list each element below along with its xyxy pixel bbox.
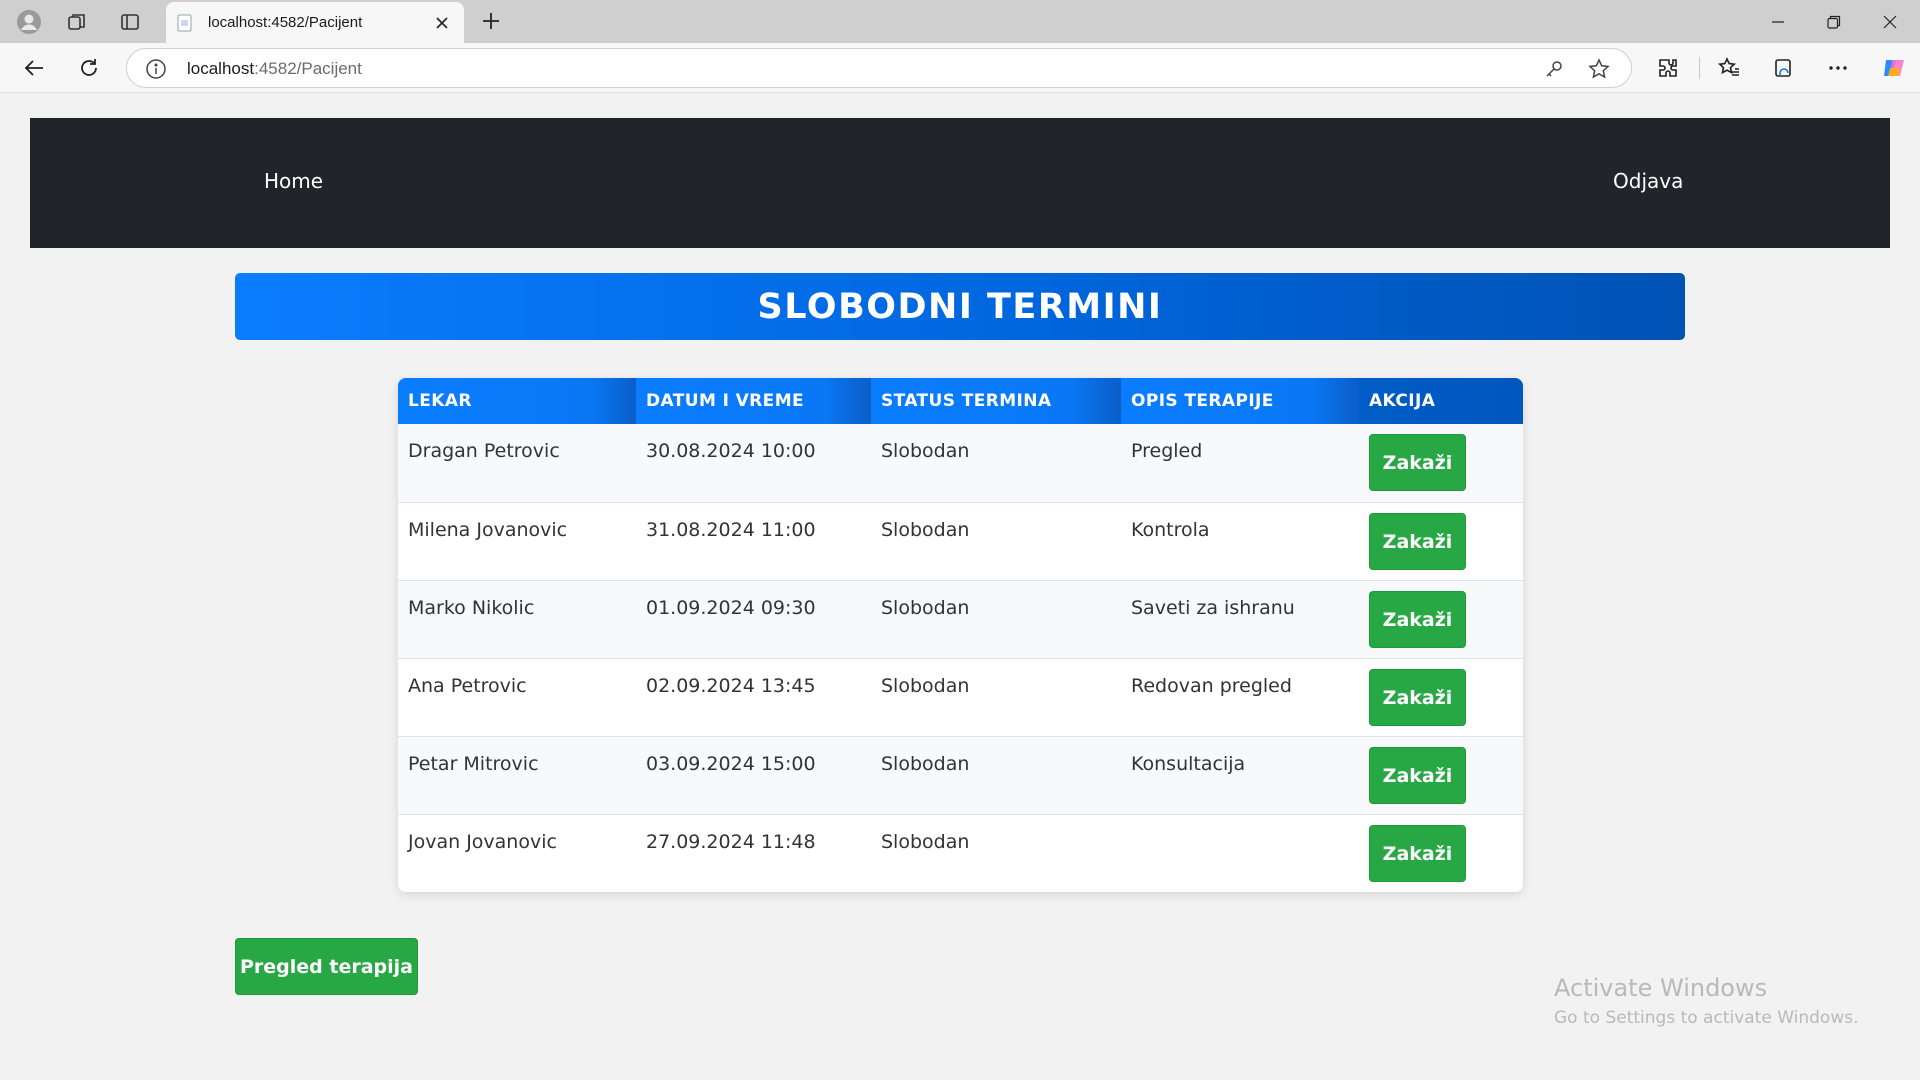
key-icon[interactable]: [1542, 57, 1566, 81]
collections-icon[interactable]: [1768, 52, 1800, 84]
action-cell: Zakaži: [1359, 502, 1523, 580]
table-row: Dragan Petrovic 30.08.2024 10:00 Sloboda…: [398, 424, 1523, 502]
datetime-cell: 31.08.2024 11:00: [646, 518, 816, 541]
new-tab-icon[interactable]: [476, 6, 506, 36]
appointments-table-card: LEKAR DATUM I VREME STATUS TERMINA OPIS …: [398, 378, 1523, 892]
status-cell: Slobodan: [881, 596, 970, 619]
close-tab-icon[interactable]: [430, 11, 454, 35]
close-window-icon[interactable]: [1862, 0, 1918, 43]
doctor-cell: Dragan Petrovic: [408, 440, 560, 462]
page-content: Home Odjava SLOBODNI TERMINI LEKAR DATUM…: [0, 94, 1920, 1080]
doctor-cell: Petar Mitrovic: [408, 752, 539, 775]
datetime-cell: 01.09.2024 09:30: [646, 596, 816, 619]
table-row: Jovan Jovanovic 27.09.2024 11:48 Sloboda…: [398, 814, 1523, 892]
datetime-cell: 02.09.2024 13:45: [646, 674, 816, 697]
table-header: LEKAR DATUM I VREME STATUS TERMINA OPIS …: [398, 378, 1523, 424]
profile-icon[interactable]: [14, 7, 44, 37]
address-bar[interactable]: localhost:4582/Pacijent: [126, 48, 1632, 88]
table-row: Ana Petrovic 02.09.2024 13:45 Slobodan R…: [398, 658, 1523, 736]
favorite-star-icon[interactable]: [1587, 57, 1611, 81]
status-cell: Slobodan: [881, 674, 970, 697]
nav-home-link[interactable]: Home: [264, 169, 323, 193]
table-row: Petar Mitrovic 03.09.2024 15:00 Slobodan…: [398, 736, 1523, 814]
active-tab[interactable]: localhost:4582/Pacijent: [166, 2, 464, 43]
column-header-description: OPIS TERAPIJE: [1121, 378, 1359, 424]
schedule-button[interactable]: Zakaži: [1369, 590, 1466, 648]
refresh-icon[interactable]: [73, 52, 105, 84]
restore-icon[interactable]: [1806, 0, 1862, 43]
more-options-icon[interactable]: [1822, 52, 1854, 84]
action-cell: Zakaži: [1359, 580, 1523, 658]
table-row: Marko Nikolic 01.09.2024 09:30 Slobodan …: [398, 580, 1523, 658]
watermark-subtitle: Go to Settings to activate Windows.: [1554, 1008, 1859, 1028]
back-icon[interactable]: [18, 52, 50, 84]
extensions-icon[interactable]: [1652, 52, 1684, 84]
address-host: localhost: [187, 59, 255, 78]
schedule-button[interactable]: Zakaži: [1369, 668, 1466, 726]
schedule-button[interactable]: Zakaži: [1369, 824, 1466, 882]
description-cell: [1121, 814, 1359, 892]
datetime-cell: 30.08.2024 10:00: [646, 440, 816, 462]
status-cell: Slobodan: [881, 752, 970, 775]
column-header-doctor: LEKAR: [398, 378, 636, 424]
windows-activation-watermark: Activate Windows Go to Settings to activ…: [1554, 974, 1859, 1028]
description-cell: Kontrola: [1131, 518, 1210, 541]
action-cell: Zakaži: [1359, 814, 1523, 892]
datetime-cell: 03.09.2024 15:00: [646, 752, 816, 775]
table-body: Dragan Petrovic 30.08.2024 10:00 Sloboda…: [398, 424, 1523, 892]
page-favicon-icon: [177, 14, 192, 31]
schedule-button[interactable]: Zakaži: [1369, 512, 1466, 570]
action-cell: Zakaži: [1359, 658, 1523, 736]
table-row: Milena Jovanovic 31.08.2024 11:00 Slobod…: [398, 502, 1523, 580]
browser-toolbar: localhost:4582/Pacijent: [0, 43, 1920, 93]
description-cell: Saveti za ishranu: [1131, 596, 1295, 619]
copilot-icon[interactable]: [1878, 52, 1910, 84]
datetime-cell: 27.09.2024 11:48: [646, 830, 816, 853]
action-cell: Zakaži: [1359, 424, 1523, 502]
minimize-icon[interactable]: [1750, 0, 1806, 43]
workspaces-icon[interactable]: [62, 7, 92, 37]
toolbar-divider: [1699, 57, 1700, 79]
nav-logout-link[interactable]: Odjava: [1613, 169, 1683, 193]
tab-title: localhost:4582/Pacijent: [208, 14, 363, 31]
browser-tab-bar: localhost:4582/Pacijent: [0, 0, 1920, 43]
page-title: SLOBODNI TERMINI: [757, 286, 1163, 327]
doctor-cell: Jovan Jovanovic: [408, 830, 557, 853]
appointments-table: LEKAR DATUM I VREME STATUS TERMINA OPIS …: [398, 378, 1523, 892]
status-cell: Slobodan: [881, 440, 970, 462]
status-cell: Slobodan: [881, 518, 970, 541]
column-header-action: AKCIJA: [1369, 391, 1436, 411]
address-url[interactable]: localhost:4582/Pacijent: [187, 59, 362, 79]
doctor-cell: Milena Jovanovic: [408, 518, 568, 541]
tab-actions-icon[interactable]: [115, 7, 145, 37]
page-title-banner: SLOBODNI TERMINI: [235, 273, 1685, 340]
status-cell: Slobodan: [881, 830, 970, 853]
doctor-cell: Ana Petrovic: [408, 674, 527, 697]
doctor-cell: Marko Nikolic: [408, 596, 535, 619]
address-path: :4582/Pacijent: [254, 59, 362, 78]
watermark-title: Activate Windows: [1554, 974, 1768, 1002]
description-cell: Redovan pregled: [1131, 674, 1292, 697]
description-cell: Konsultacija: [1131, 752, 1246, 775]
description-cell: Pregled: [1131, 440, 1203, 462]
favorites-icon[interactable]: [1713, 52, 1745, 84]
site-info-icon[interactable]: [145, 58, 167, 80]
schedule-button[interactable]: Zakaži: [1369, 434, 1466, 491]
schedule-button[interactable]: Zakaži: [1369, 746, 1466, 804]
therapy-overview-button[interactable]: Pregled terapija: [235, 938, 418, 995]
top-navbar: Home Odjava: [30, 118, 1890, 248]
column-header-datetime: DATUM I VREME: [636, 378, 871, 424]
column-header-status: STATUS TERMINA: [871, 378, 1121, 424]
action-cell: Zakaži: [1359, 736, 1523, 814]
